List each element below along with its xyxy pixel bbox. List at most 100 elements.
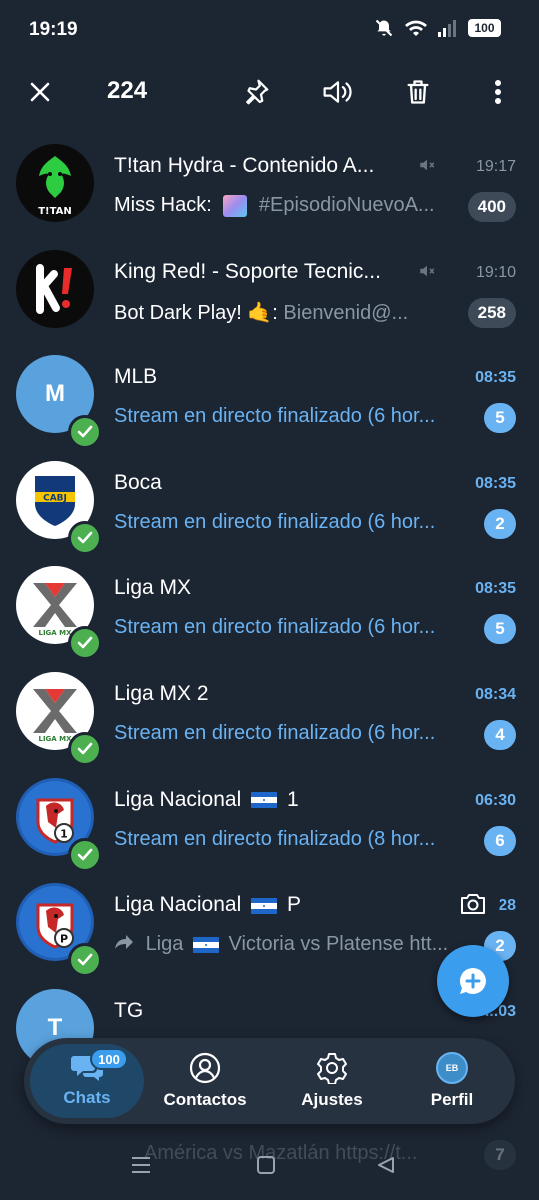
sticker-thumbnail [223,194,248,217]
chat-row[interactable]: King Red! - Soporte Tecnic... 19:10 Bot … [0,230,539,336]
chat-title-suffix: 1 [286,787,299,811]
king-red-logo-icon [36,263,72,314]
back-triangle-icon [378,1157,394,1173]
camera-story-button[interactable] [446,877,500,931]
chat-title: King Red! - Soporte Tecnic... [114,259,381,283]
chat-list: T!TAN T!tan Hydra - Contenido A... 19:17… [0,124,539,1074]
new-message-icon [459,967,486,994]
nav-contacts[interactable]: Contactos [160,1038,250,1124]
pin-button[interactable] [238,74,274,110]
chat-row[interactable]: M MLB 08:35 Stream en directo finalizado… [0,335,539,450]
honduras-flag-icon [251,897,278,914]
nav-chats[interactable]: Chats 100 [30,1044,144,1118]
gear-icon [317,1053,347,1084]
selected-count: 224 [107,77,148,104]
chat-row[interactable]: LIGA MX Liga MX 08:35 Stream en directo … [0,546,539,661]
nav-profile[interactable]: EB Perfil [412,1038,492,1124]
check-icon [77,742,93,755]
svg-text:CABJ: CABJ [43,493,67,503]
chat-title-text: Liga Nacional [114,893,242,917]
chat-title: Liga Nacional P [114,893,414,917]
check-icon [77,637,93,649]
chat-row[interactable]: 1 Liga Nacional 1 06:30 Stream en direct… [0,758,539,872]
battery-indicator: 100 [468,19,501,37]
chat-time: 06:30 [475,791,516,809]
chat-preview-text: Stream en directo finalizado (6 hor... [114,616,436,639]
nav-settings[interactable]: Ajustes [292,1038,372,1124]
more-vert-icon [495,80,501,104]
chat-preview-text: Stream en directo finalizado (6 hor... [114,510,436,533]
more-options-button[interactable] [480,74,516,110]
home-square-icon [257,1156,275,1174]
chat-preview: Liga Victoria vs Platense htt... [114,933,454,956]
honduras-flag-icon [251,792,278,809]
chat-preview-prefix: Liga [145,933,184,956]
unmute-button[interactable] [320,74,356,110]
unread-badge: 2 [484,508,516,539]
forward-icon [115,935,133,950]
nav-chats-label: Chats [63,1088,111,1107]
svg-text:1: 1 [60,827,68,840]
chat-title: Liga Nacional 1 [114,788,414,812]
recents-button[interactable] [130,1155,152,1180]
svg-text:LIGA MX: LIGA MX [38,735,72,743]
honduras-flag-icon [192,936,219,953]
chat-preview: Bot Dark Play! 🤙: Bienvenid@... [114,300,458,325]
nav-contacts-label: Contactos [163,1090,247,1109]
chat-title: T!tan Hydra - Contenido A... [114,154,375,177]
trash-icon [407,80,429,104]
muted-icon [420,265,435,276]
unread-badge: 6 [484,825,516,856]
new-chat-button[interactable] [437,945,509,1017]
chat-time: 08:35 [475,369,516,387]
mute-notifications-icon [375,19,393,37]
status-time: 19:19 [29,19,78,40]
delete-button[interactable] [400,74,436,110]
chat-time: 08:35 [475,474,516,492]
chat-preview: Miss Hack: #EpisodioNuevoA... [114,194,458,217]
close-selection-button[interactable] [22,74,58,110]
camera-icon [461,894,485,914]
dragon-logo-icon: T!TAN [38,156,72,217]
chat-preview-sender: Bot Dark Play! 🤙: [114,301,278,324]
chat-preview-text: Stream en directo finalizado (6 hor... [114,721,436,744]
nav-chats-badge: 100 [90,1048,128,1070]
chat-preview-text: Stream en directo finalizado (6 hor... [114,405,436,428]
chat-row[interactable]: CABJ Boca 08:35 Stream en directo finali… [0,441,539,555]
speaker-icon [323,81,352,103]
chat-preview-text: Victoria vs Platense htt... [228,933,449,956]
muted-icon [420,159,435,171]
chat-row[interactable]: T!TAN T!tan Hydra - Contenido A... 19:17… [0,124,539,230]
profile-avatar: EB [436,1052,468,1084]
chat-title-text: Liga Nacional [114,787,242,811]
chat-row[interactable]: LIGA MX Liga MX 2 08:34 Stream en direct… [0,652,539,766]
system-navigation-bar [0,1150,539,1200]
chat-preview-text: Stream en directo finalizado (8 hor... [114,827,436,850]
chat-title: MLB [114,365,158,389]
chat-title: Boca [114,470,162,494]
unread-badge: 400 [467,192,516,222]
svg-text:LIGA MX: LIGA MX [38,629,72,637]
status-icons: 100 [374,18,501,38]
wifi-icon [405,20,427,36]
check-icon [77,425,93,438]
chat-time: 08:34 [475,685,516,703]
chat-time: 19:17 [475,158,516,175]
boca-crest-icon: CABJ [35,475,75,526]
unread-badge: 4 [484,719,516,750]
home-button[interactable] [256,1155,276,1180]
close-icon [30,82,50,102]
check-icon [77,953,93,966]
svg-text:T!TAN: T!TAN [38,206,72,217]
chat-title: Liga MX [114,576,192,600]
chat-title: Liga MX 2 [114,681,209,705]
chat-preview-text: #EpisodioNuevoA... [258,194,435,216]
selection-action-bar: 224 [0,60,539,124]
check-icon [77,848,93,860]
check-icon [77,531,93,544]
back-button[interactable] [376,1155,396,1180]
nav-settings-label: Ajustes [301,1090,363,1109]
signal-icon [438,20,456,37]
chat-time: 19:10 [475,263,516,281]
chat-avatar-king-red [16,249,94,328]
